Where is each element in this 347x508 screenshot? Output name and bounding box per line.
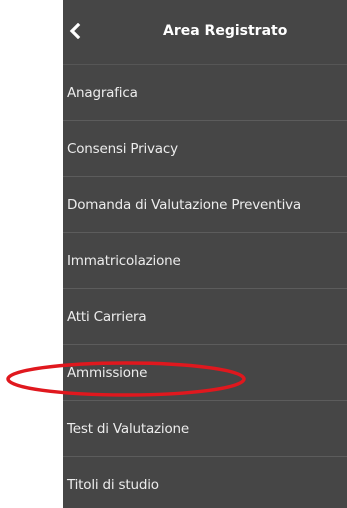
menu-item-test-valutazione[interactable]: Test di Valutazione <box>63 400 347 456</box>
menu-item-label: Ammissione <box>67 364 148 381</box>
menu-item-label: Test di Valutazione <box>67 420 189 437</box>
menu-item-ammissione[interactable]: Ammissione <box>63 344 347 400</box>
menu-item-domanda-valutazione[interactable]: Domanda di Valutazione Preventiva <box>63 176 347 232</box>
menu-item-label: Atti Carriera <box>67 308 147 325</box>
chevron-left-icon <box>69 23 81 39</box>
menu-item-anagrafica[interactable]: Anagrafica <box>63 64 347 120</box>
menu-item-label: Consensi Privacy <box>67 140 178 157</box>
menu-item-label: Titoli di studio <box>67 476 159 493</box>
side-menu: Area Registrato Anagrafica Consensi Priv… <box>63 0 347 508</box>
menu-title: Area Registrato <box>163 23 288 39</box>
menu-list: Anagrafica Consensi Privacy Domanda di V… <box>63 64 347 508</box>
menu-header: Area Registrato <box>63 0 347 64</box>
menu-item-label: Immatricolazione <box>67 252 181 269</box>
menu-item-atti-carriera[interactable]: Atti Carriera <box>63 288 347 344</box>
menu-item-consensi-privacy[interactable]: Consensi Privacy <box>63 120 347 176</box>
menu-item-immatricolazione[interactable]: Immatricolazione <box>63 232 347 288</box>
menu-item-label: Anagrafica <box>67 84 138 101</box>
menu-item-titoli-studio[interactable]: Titoli di studio <box>63 456 347 508</box>
menu-item-label: Domanda di Valutazione Preventiva <box>67 196 301 213</box>
back-button[interactable] <box>65 18 85 44</box>
